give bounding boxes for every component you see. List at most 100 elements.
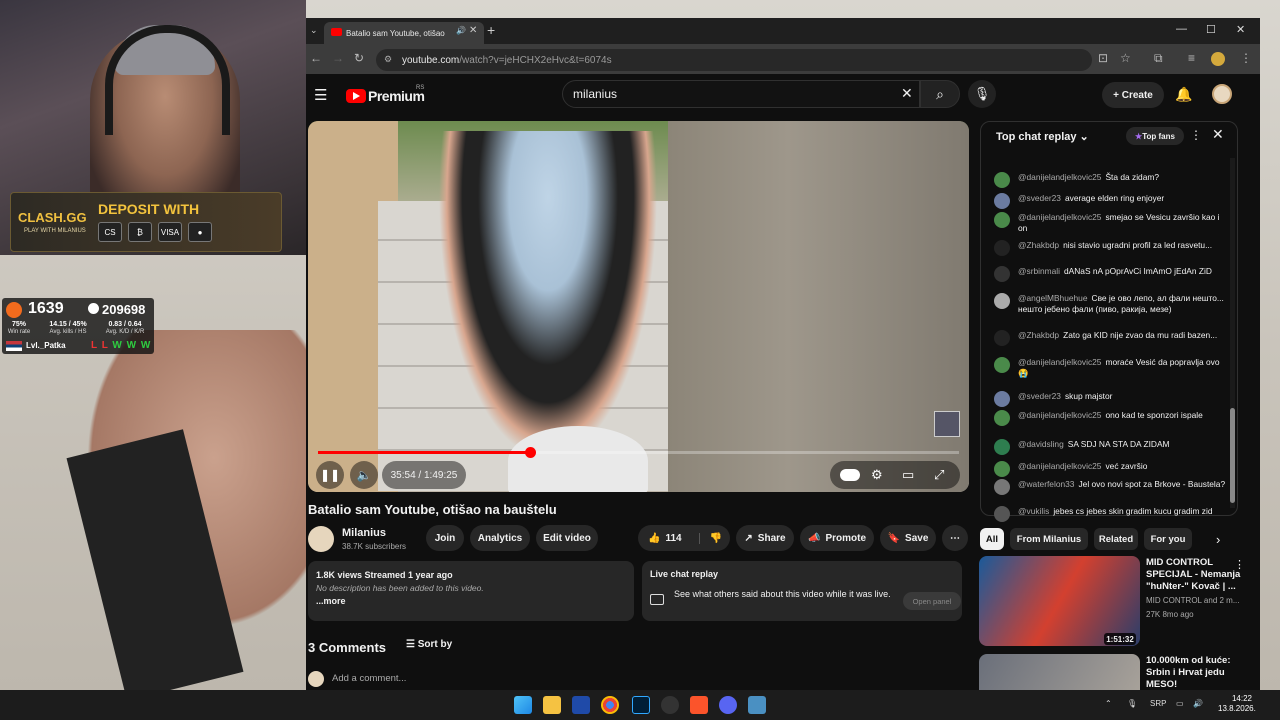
edit-video-button[interactable]: Edit video [536, 525, 598, 551]
related-channel[interactable]: MID CONTROL and 2 m... [1146, 596, 1240, 605]
calculator-icon[interactable] [748, 696, 766, 714]
chat-avatar[interactable] [994, 193, 1010, 209]
start-menu-icon[interactable] [514, 696, 532, 714]
tab-list-icon[interactable]: ⌄ [310, 25, 318, 36]
open-panel-button[interactable]: Open panel [903, 592, 961, 610]
browser-menu-icon[interactable]: ⋮ [1240, 51, 1252, 65]
save-button[interactable]: 🔖 Save [880, 525, 936, 551]
maximize-button[interactable]: ☐ [1206, 23, 1216, 36]
volume-button[interactable]: 🔈 [350, 461, 378, 489]
install-icon[interactable]: ⊡ [1098, 51, 1108, 65]
theater-mode-icon[interactable]: ▭ [902, 467, 914, 483]
tray-overflow-icon[interactable]: ⌃ [1105, 699, 1112, 708]
sort-by-button[interactable]: ☰ Sort by [406, 639, 452, 650]
video-player[interactable]: ❚❚ 🔈 35:54 / 1:49:25 ⚙ ▭ ⤢ [308, 121, 969, 492]
related-menu-icon[interactable]: ⋮ [1234, 558, 1245, 571]
chat-author[interactable]: @waterfelon33 [1018, 479, 1074, 489]
chat-author[interactable]: @sveder23 [1018, 391, 1061, 401]
clear-search-icon[interactable]: ✕ [901, 85, 913, 102]
chat-author[interactable]: @danijelandjelkovic25 [1018, 357, 1101, 367]
chat-avatar[interactable] [994, 293, 1010, 309]
clock[interactable]: 14:22 13.8.2026. [1218, 694, 1256, 714]
chat-avatar[interactable] [994, 479, 1010, 495]
chat-author[interactable]: @danijelandjelkovic25 [1018, 410, 1101, 420]
close-window-button[interactable]: ✕ [1236, 23, 1245, 36]
promote-button[interactable]: 📣 Promote [800, 525, 874, 551]
chat-author[interactable]: @danijelandjelkovic25 [1018, 461, 1101, 471]
chat-avatar[interactable] [994, 212, 1010, 228]
chat-close-icon[interactable]: ✕ [1212, 126, 1224, 143]
chat-avatar[interactable] [994, 506, 1010, 522]
chat-avatar[interactable] [994, 172, 1010, 188]
chat-author[interactable]: @danijelandjelkovic25 [1018, 212, 1101, 222]
url-input[interactable]: youtube.com/watch?v=jeHCHX2eHvc&t=6074s [376, 49, 1092, 71]
tray-volume-icon[interactable]: 🔊 [1193, 699, 1203, 708]
photoshop-icon[interactable] [632, 696, 650, 714]
file-explorer-icon[interactable] [543, 696, 561, 714]
chat-author[interactable]: @srbinmali [1018, 266, 1060, 276]
chat-author[interactable]: @angelMBhuehue [1018, 293, 1088, 303]
extensions-icon[interactable]: ⧉ [1154, 51, 1163, 66]
chat-avatar[interactable] [994, 391, 1010, 407]
chat-menu-icon[interactable]: ⋮ [1190, 128, 1202, 142]
tray-monitor-icon[interactable]: ▭ [1176, 699, 1184, 708]
discord-icon[interactable] [719, 696, 737, 714]
profile-icon[interactable] [1211, 52, 1225, 66]
new-tab-button[interactable]: + [487, 22, 495, 38]
chat-avatar[interactable] [994, 357, 1010, 373]
chat-author[interactable]: @sveder23 [1018, 193, 1061, 203]
add-comment-input[interactable]: Add a comment... [332, 673, 406, 684]
chat-avatar[interactable] [994, 330, 1010, 346]
forward-icon[interactable]: → [332, 51, 344, 65]
chip-from-milanius[interactable]: From Milanius [1010, 528, 1088, 550]
hamburger-menu-icon[interactable]: ☰ [314, 86, 327, 104]
thumbs-up-icon[interactable]: 👍 [648, 533, 660, 544]
tray-mic-icon[interactable]: 🎙 [1127, 699, 1137, 708]
close-tab-icon[interactable]: ✕ [469, 25, 477, 36]
site-info-icon[interactable]: ⚙ [384, 54, 392, 65]
chat-scrollbar-thumb[interactable] [1230, 408, 1235, 503]
share-button[interactable]: ↗ Share [736, 525, 794, 551]
channel-avatar[interactable] [308, 526, 334, 552]
notifications-bell-icon[interactable]: 🔔 [1175, 86, 1192, 103]
back-icon[interactable]: ← [310, 51, 322, 65]
bookmark-star-icon[interactable]: ☆ [1120, 51, 1131, 65]
chevron-right-icon[interactable]: › [1216, 532, 1220, 547]
search-button[interactable]: ⌕ [920, 80, 960, 108]
language-indicator[interactable]: SRP [1150, 699, 1166, 708]
join-button[interactable]: Join [426, 525, 464, 551]
speaker-icon[interactable]: 🔊 [456, 26, 466, 35]
chat-author[interactable]: @danijelandjelkovic25 [1018, 172, 1101, 182]
create-button[interactable]: + Create [1102, 82, 1164, 108]
autoplay-toggle[interactable] [840, 469, 860, 481]
chat-avatar[interactable] [994, 439, 1010, 455]
analytics-button[interactable]: Analytics [470, 525, 530, 551]
chat-author[interactable]: @davidsling [1018, 439, 1064, 449]
search-input[interactable]: milanius [562, 80, 920, 108]
settings-gear-icon[interactable]: ⚙ [871, 467, 883, 483]
reload-icon[interactable]: ↻ [354, 51, 364, 65]
top-fans-button[interactable]: ★ Top fans [1126, 127, 1184, 145]
pause-button[interactable]: ❚❚ [316, 461, 344, 489]
channel-watermark-icon[interactable] [934, 411, 960, 437]
like-count[interactable]: 114 [665, 533, 681, 544]
chat-author[interactable]: @Zhakbdp [1018, 330, 1059, 340]
related-title[interactable]: 10.000km od kuće: Srbin i Hrvat jedu MES… [1146, 655, 1256, 690]
chat-mode-dropdown[interactable]: Top chat replay ⌄ [996, 130, 1089, 143]
obs-icon[interactable] [661, 696, 679, 714]
chrome-icon[interactable] [601, 696, 619, 714]
more-actions-icon[interactable]: ⋯ [942, 525, 968, 551]
media-icon[interactable]: ≡ [1188, 51, 1195, 65]
chip-related[interactable]: Related [1094, 528, 1138, 550]
chip-for-you[interactable]: For you [1144, 528, 1192, 550]
related-thumbnail[interactable] [979, 654, 1140, 690]
chat-author[interactable]: @Zhakbdp [1018, 240, 1059, 250]
chat-author[interactable]: @vukilis [1018, 506, 1049, 516]
chat-avatar[interactable] [994, 410, 1010, 426]
chat-avatar[interactable] [994, 266, 1010, 282]
chat-avatar[interactable] [994, 461, 1010, 477]
fullscreen-icon[interactable]: ⤢ [934, 467, 944, 483]
app-v-icon[interactable] [572, 696, 590, 714]
scrubber-handle[interactable] [524, 447, 536, 458]
voice-search-button[interactable]: 🎙 [968, 80, 996, 108]
